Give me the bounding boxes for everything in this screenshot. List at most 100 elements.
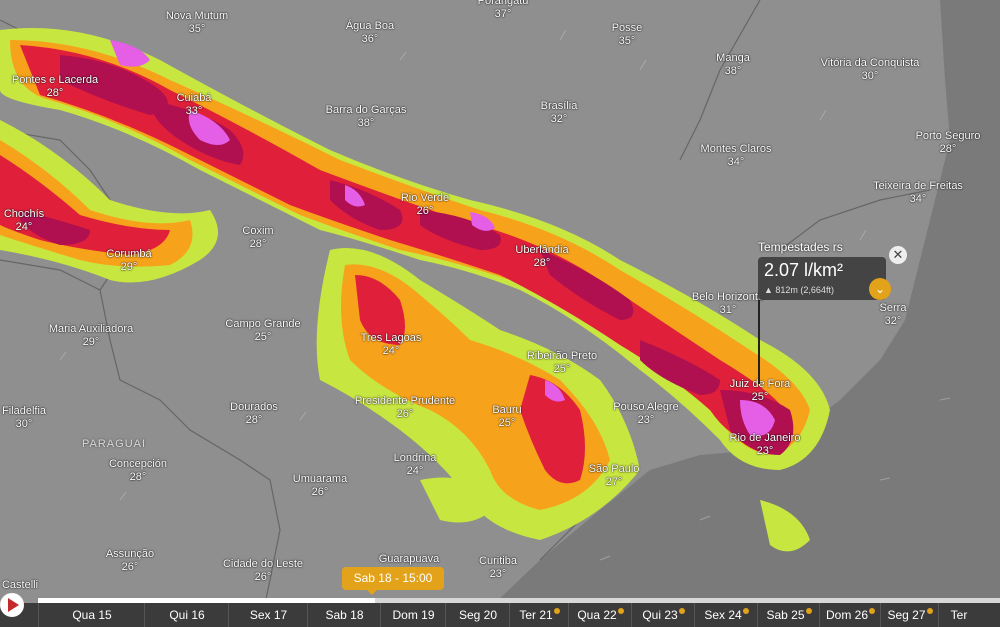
city-name: São Paulo [588, 463, 640, 475]
city-label[interactable]: Corumbá 29° [106, 248, 151, 274]
premium-dot-icon [869, 608, 876, 614]
timeline-day[interactable]: Seg 20 [445, 603, 510, 627]
city-name: Coxim [242, 225, 274, 237]
city-name: Juiz de Fora [729, 378, 791, 390]
timeline-day[interactable]: Ter [938, 603, 979, 627]
city-label[interactable]: Campo Grande 25° [225, 318, 300, 344]
city-temperature: 28° [46, 87, 64, 99]
city-label[interactable]: Curitiba 23° [479, 555, 517, 581]
city-label[interactable]: Pouso Alegre 23° [613, 401, 678, 427]
current-time-bubble[interactable]: Sab 18 - 15:00 [342, 567, 444, 595]
city-label[interactable]: Londrina 24° [394, 452, 437, 478]
timeline-day[interactable]: Qui 23 [631, 603, 695, 627]
city-label[interactable]: Brasília 32° [541, 100, 578, 126]
city-label[interactable]: São Paulo 27° [589, 463, 640, 489]
city-label[interactable]: Assunção 26° [106, 548, 154, 574]
city-name: Montes Claros [700, 143, 772, 155]
city-name: Maria Auxiliadora [48, 323, 134, 335]
city-label[interactable]: Guarapuava [379, 553, 440, 566]
city-label[interactable]: Porangatu 37° [478, 0, 529, 21]
city-label[interactable]: Juiz de Fora 25° [730, 378, 791, 404]
chevron-down-icon[interactable]: ⌄ [869, 278, 891, 300]
close-icon[interactable]: ✕ [889, 246, 907, 264]
city-label[interactable]: Chochís 24° [4, 208, 44, 234]
timeline-day[interactable]: Qua 15 [38, 603, 145, 627]
city-label[interactable]: Tres Lagoas 24° [361, 332, 422, 358]
city-temperature: 23° [489, 568, 507, 580]
timeline-day[interactable]: Sex 24 [694, 603, 758, 627]
city-temperature: 25° [553, 363, 571, 375]
timeline-day[interactable]: Dom 26 [819, 603, 881, 627]
city-name: Castelli [1, 579, 39, 591]
city-temperature: 24° [406, 465, 424, 477]
city-temperature: 27° [605, 476, 623, 488]
timeline-day[interactable]: Ter 21 [509, 603, 569, 627]
city-label[interactable]: Uberlândia 28° [515, 244, 568, 270]
timeline-day[interactable]: Qua 22 [568, 603, 632, 627]
city-temperature: 25° [498, 417, 516, 429]
timeline-day[interactable]: Seg 27 [880, 603, 939, 627]
city-label[interactable]: Cidade do Leste 26° [223, 558, 303, 584]
city-label[interactable]: Posse 35° [612, 22, 643, 48]
timeline-day[interactable]: Qui 16 [144, 603, 229, 627]
day-label: Qui 16 [169, 608, 205, 622]
value-popup[interactable]: 2.07 l/km² ▲ 812m (2,664ft) [758, 257, 886, 300]
city-label[interactable]: Serra 32° [880, 302, 907, 328]
timeline-day[interactable]: Dom 19 [380, 603, 446, 627]
day-label: Qua 22 [577, 608, 617, 622]
city-label[interactable]: Dourados 28° [230, 401, 278, 427]
weather-map[interactable] [0, 0, 1000, 627]
city-label[interactable]: Vitória da Conquista 30° [821, 57, 920, 83]
city-label[interactable]: Bauru 25° [492, 404, 521, 430]
city-label[interactable]: Maria Auxiliadora 29° [49, 323, 133, 349]
timeline-day[interactable]: Sab 18 [307, 603, 381, 627]
city-name: Umuarama [292, 473, 348, 485]
city-name: Cuiabá [176, 92, 212, 104]
city-label[interactable]: Água Boa 36° [346, 20, 394, 46]
city-label[interactable]: Rio Verde 26° [401, 192, 449, 218]
city-name: Porto Seguro [915, 130, 981, 142]
city-label[interactable]: Barra do Garças 38° [326, 104, 407, 130]
city-label[interactable]: Porto Seguro 28° [916, 130, 981, 156]
city-label[interactable]: Presidente Prudente 26° [355, 395, 455, 421]
city-label[interactable]: Nova Mutum 35° [166, 10, 228, 36]
city-label[interactable]: Umuarama 26° [293, 473, 347, 499]
city-name: Barra do Garças [325, 104, 407, 116]
timeline-day[interactable]: Sab 25 [757, 603, 820, 627]
city-label[interactable]: Ribeirão Preto 25° [527, 350, 597, 376]
city-label[interactable]: Rio de Janeiro 23° [730, 432, 801, 458]
city-label[interactable]: Teixeira de Freitas 34° [873, 180, 963, 206]
city-label[interactable]: Pontes e Lacerda 28° [12, 74, 98, 100]
play-button[interactable] [0, 593, 24, 617]
city-temperature: 28° [129, 471, 147, 483]
day-label: Qua 15 [72, 608, 112, 622]
city-label[interactable]: Concepción 28° [109, 458, 167, 484]
city-temperature: 26° [311, 486, 329, 498]
city-label[interactable]: Cuiabá 33° [177, 92, 212, 118]
city-name: Assunção [105, 548, 155, 560]
city-name: Tres Lagoas [360, 332, 422, 344]
city-name: Belo Horizonte [691, 291, 765, 303]
city-label[interactable]: Montes Claros 34° [701, 143, 772, 169]
city-temperature: 28° [249, 238, 267, 250]
city-label[interactable]: Manga 38° [716, 52, 750, 78]
city-label[interactable]: Castelli [2, 579, 38, 592]
popup-elevation: ▲ 812m (2,664ft) [764, 285, 834, 295]
premium-dot-icon [678, 608, 685, 614]
day-label: Ter 21 [519, 608, 553, 622]
city-temperature: 32° [550, 113, 568, 125]
city-label[interactable]: Filadelfia 30° [2, 405, 46, 431]
city-temperature: 33° [185, 105, 203, 117]
city-temperature: 29° [82, 336, 100, 348]
city-label[interactable]: Coxim 28° [242, 225, 273, 251]
city-name: Rio de Janeiro [729, 432, 801, 444]
city-temperature: 32° [884, 315, 902, 327]
city-temperature: 31° [719, 304, 737, 316]
city-name: Porangatu [477, 0, 529, 7]
city-label[interactable]: Belo Horizonte 31° [692, 291, 764, 317]
timeline-day[interactable]: Sex 17 [228, 603, 308, 627]
city-name: Vitória da Conquista [820, 57, 920, 69]
day-label: Sab 18 [325, 608, 364, 622]
city-name: Pontes e Lacerda [11, 74, 99, 86]
city-temperature: 34° [909, 193, 927, 205]
